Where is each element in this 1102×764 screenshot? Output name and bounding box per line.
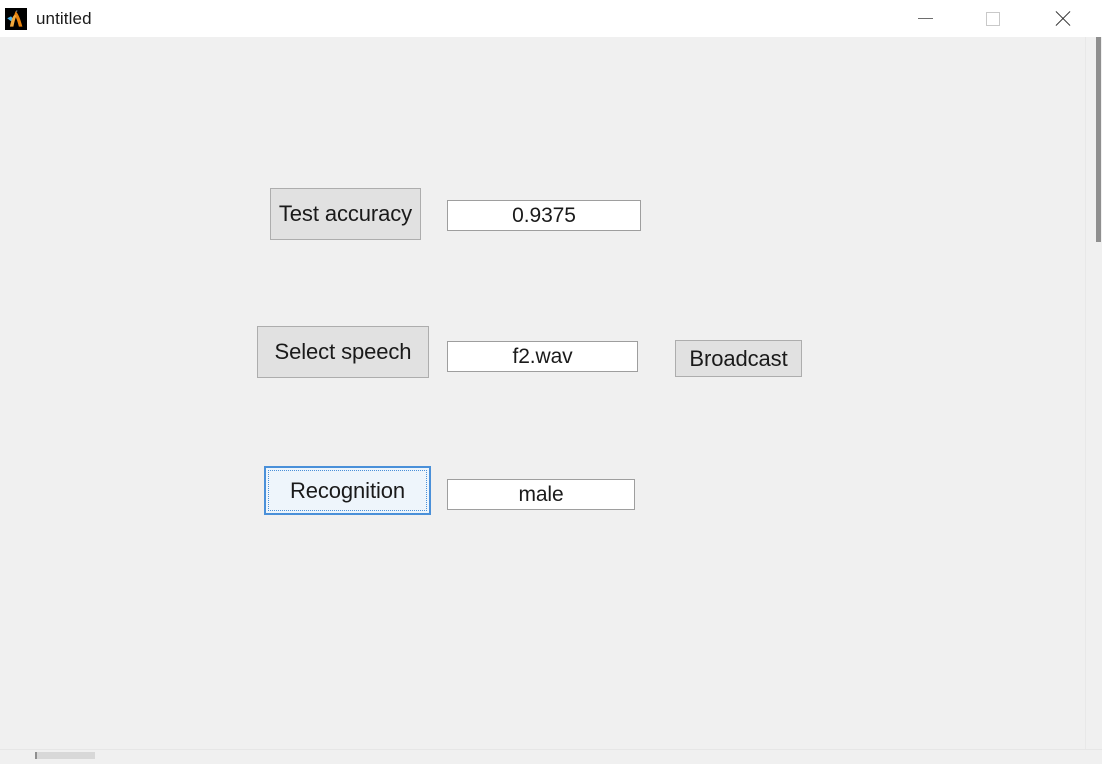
select-speech-button[interactable]: Select speech — [257, 326, 429, 378]
select-speech-button-label: Select speech — [274, 339, 412, 364]
recognition-button-label: Recognition — [289, 477, 406, 503]
horizontal-scrollbar-thumb[interactable] — [35, 752, 95, 759]
close-icon — [1054, 10, 1072, 28]
vertical-scrollbar-thumb[interactable] — [1096, 37, 1101, 242]
recognition-result-value: male — [518, 482, 564, 506]
maximize-button[interactable] — [970, 0, 1016, 37]
matlab-membrane-icon — [5, 7, 27, 30]
minimize-button[interactable] — [902, 0, 948, 37]
test-accuracy-button[interactable]: Test accuracy — [270, 188, 421, 240]
window-controls — [902, 0, 1102, 37]
test-accuracy-value: 0.9375 — [512, 203, 576, 227]
close-button[interactable] — [1040, 0, 1086, 37]
recognition-result-field[interactable]: male — [447, 479, 635, 510]
broadcast-button[interactable]: Broadcast — [675, 340, 802, 377]
broadcast-button-label: Broadcast — [689, 345, 788, 371]
title-bar: untitled — [0, 0, 1102, 37]
speech-file-field[interactable]: f2.wav — [447, 341, 638, 372]
test-accuracy-button-label: Test accuracy — [278, 201, 413, 226]
matlab-figure-window: untitled Test accuracy 0.9375 Select spe… — [0, 0, 1102, 764]
minimize-icon — [917, 18, 933, 19]
maximize-icon — [986, 11, 1000, 26]
recognition-button[interactable]: Recognition — [264, 466, 431, 515]
window-title: untitled — [36, 9, 92, 28]
speech-file-value: f2.wav — [512, 344, 573, 368]
figure-canvas: Test accuracy 0.9375 Select speech f2.wa… — [0, 37, 1102, 764]
test-accuracy-value-field[interactable]: 0.9375 — [447, 200, 641, 231]
horizontal-scrollbar[interactable] — [0, 749, 1102, 764]
vertical-scrollbar[interactable] — [1085, 37, 1102, 749]
